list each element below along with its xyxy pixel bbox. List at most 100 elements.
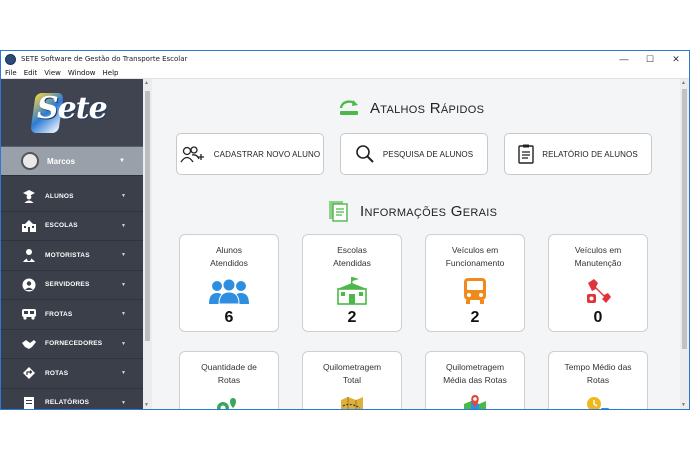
menu-edit[interactable]: Edit	[20, 69, 41, 77]
sidebar-item-motoristas[interactable]: MOTORISTAS ▼	[1, 241, 143, 271]
card-title-line: Rotas	[217, 375, 241, 385]
minimize-button[interactable]: —	[611, 51, 637, 67]
sidebar-item-rotas[interactable]: ROTAS ▼	[1, 359, 143, 389]
avatar	[21, 152, 39, 170]
card-title-line: Tempo Médio das	[564, 362, 632, 372]
menu-view[interactable]: View	[40, 69, 64, 77]
scroll-down-icon[interactable]: ▼	[144, 402, 149, 408]
student-icon	[21, 189, 37, 204]
sidebar-item-label: ESCOLAS	[45, 222, 78, 230]
scroll-down-icon[interactable]: ▼	[681, 402, 686, 408]
supplier-icon	[21, 337, 37, 351]
card-value: 2	[470, 309, 480, 326]
card-schools-served[interactable]: Escolas Atendidas 2	[302, 234, 402, 332]
sidebar-item-servidores[interactable]: SERVIDORES ▼	[1, 271, 143, 300]
students-group-icon	[180, 276, 278, 306]
card-title-line: Atendidas	[333, 258, 371, 268]
card-value: 0	[593, 309, 603, 326]
card-title: Veículos em Funcionamento	[426, 244, 524, 270]
map-marker-icon	[426, 393, 524, 409]
card-average-mileage[interactable]: Quilometragem Média das Rotas	[425, 351, 525, 409]
app-window: SETE Software de Gestão do Transporte Es…	[0, 50, 690, 410]
caret-down-icon: ▼	[119, 158, 125, 164]
content-scrollbar[interactable]: ▲ ▼	[680, 79, 689, 409]
section-title: Atalhos Rápidos	[370, 99, 485, 117]
card-title: Veículos em Manutenção	[549, 244, 647, 270]
caret-down-icon: ▼	[121, 399, 126, 406]
content-scroll-thumb[interactable]	[682, 89, 687, 349]
card-title: Quilometragem Total	[303, 361, 401, 387]
card-title: Alunos Atendidos	[180, 244, 278, 270]
report-icon	[21, 396, 37, 409]
map-icon	[303, 393, 401, 409]
scroll-up-icon[interactable]: ▲	[681, 80, 686, 86]
user-menu[interactable]: Marcos ▼	[1, 146, 143, 176]
caret-down-icon: ▼	[121, 311, 126, 318]
sidebar-item-alunos[interactable]: ALUNOS ▼	[1, 182, 143, 212]
general-info-heading: Informações Gerais	[328, 200, 497, 222]
card-vehicles-maintenance[interactable]: Veículos em Manutenção 0	[548, 234, 648, 332]
search-students-button[interactable]: PESQUISA DE ALUNOS	[340, 133, 488, 175]
caret-down-icon: ▼	[121, 281, 126, 288]
route-pin-icon	[180, 393, 278, 409]
sidebar-item-relatorios[interactable]: RELATÓRIOS ▼	[1, 389, 143, 409]
student-report-button[interactable]: RELATÓRIO DE ALUNOS	[504, 133, 652, 175]
caret-down-icon: ▼	[121, 193, 126, 200]
title-bar: SETE Software de Gestão do Transporte Es…	[1, 51, 689, 67]
card-title-line: Veículos em	[574, 245, 622, 255]
sidebar-item-escolas[interactable]: ESCOLAS ▼	[1, 212, 143, 241]
close-button[interactable]: ✕	[663, 51, 689, 67]
refresh-icon	[338, 99, 360, 117]
caret-down-icon: ▼	[121, 340, 126, 347]
dashboard-content: Atalhos Rápidos CADASTRAR NOVO ALUNO PES…	[152, 79, 680, 409]
user-name: Marcos	[47, 156, 76, 166]
sidebar-item-fornecedores[interactable]: FORNECEDORES ▼	[1, 330, 143, 359]
sidebar-scrollbar[interactable]: ▲ ▼	[143, 79, 152, 409]
card-total-mileage[interactable]: Quilometragem Total	[302, 351, 402, 409]
card-title-line: Funcionamento	[445, 258, 505, 268]
quick-actions-heading: Atalhos Rápidos	[338, 99, 484, 117]
card-title-line: Rotas	[586, 375, 610, 385]
card-average-route-time[interactable]: Tempo Médio das Rotas	[548, 351, 648, 409]
menu-help[interactable]: Help	[99, 69, 122, 77]
register-student-button[interactable]: CADASTRAR NOVO ALUNO	[176, 133, 324, 175]
school-icon	[21, 219, 37, 233]
documents-icon	[328, 200, 350, 222]
sidebar-scroll-thumb[interactable]	[145, 91, 150, 341]
card-title: Tempo Médio das Rotas	[549, 361, 647, 387]
caret-down-icon: ▼	[121, 370, 126, 377]
card-title-line: Média das Rotas	[443, 375, 507, 385]
bus-icon	[21, 307, 37, 321]
menu-window[interactable]: Window	[64, 69, 99, 77]
sete-logo: Sete	[1, 79, 143, 146]
card-title: Escolas Atendidas	[303, 244, 401, 270]
menu-file[interactable]: File	[1, 69, 20, 77]
card-title-line: Escolas	[337, 245, 367, 255]
school-building-icon	[303, 276, 401, 306]
scroll-up-icon[interactable]: ▲	[144, 80, 149, 86]
sidebar-item-label: ROTAS	[45, 369, 69, 377]
sidebar-item-label: FROTAS	[45, 310, 73, 318]
maximize-button[interactable]: ☐	[637, 51, 663, 67]
section-title: Informações Gerais	[360, 202, 498, 220]
clipboard-icon	[518, 144, 534, 164]
button-label: CADASTRAR NOVO ALUNO	[213, 149, 321, 159]
bus-front-icon	[426, 276, 524, 306]
caret-down-icon: ▼	[121, 252, 126, 259]
sidebar-item-frotas[interactable]: FROTAS ▼	[1, 300, 143, 330]
wrench-icon	[549, 276, 647, 306]
sidebar-item-label: SERVIDORES	[45, 281, 90, 289]
card-title: Quilometragem Média das Rotas	[426, 361, 524, 387]
card-route-count[interactable]: Quantidade de Rotas	[179, 351, 279, 409]
caret-down-icon: ▼	[121, 222, 126, 229]
card-students-served[interactable]: Alunos Atendidos 6	[179, 234, 279, 332]
driver-icon	[21, 248, 37, 263]
card-vehicles-operating[interactable]: Veículos em Funcionamento 2	[425, 234, 525, 332]
screen: SETE Software de Gestão do Transporte Es…	[0, 0, 690, 460]
card-value: 6	[224, 309, 234, 326]
card-title-line: Alunos	[216, 245, 242, 255]
route-icon	[21, 366, 37, 380]
card-title-line: Quilometragem	[445, 362, 505, 372]
window-controls: — ☐ ✕	[611, 51, 689, 67]
sidebar-item-label: ALUNOS	[45, 192, 74, 200]
